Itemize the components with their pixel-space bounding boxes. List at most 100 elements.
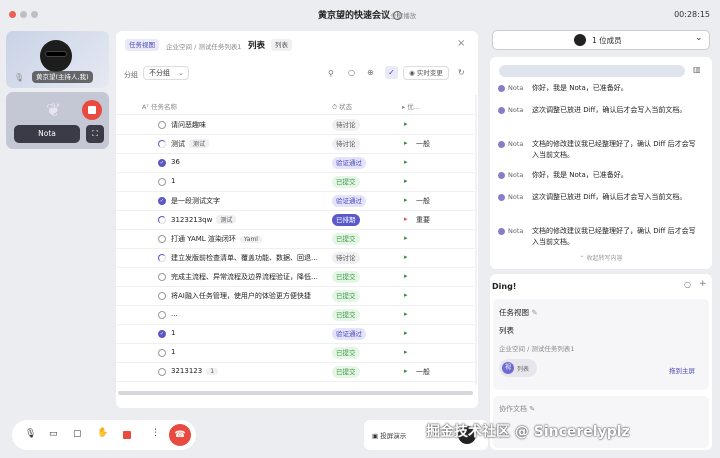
participant-tile-host[interactable]: 🎙 黄京望(主持人,我)	[6, 31, 109, 88]
table-row[interactable]: 完成主流程、异常流程及边界流程验证，降低... 已提交 ▸	[116, 268, 476, 287]
status-badge[interactable]: 验证通过	[332, 157, 366, 169]
screen-share-button[interactable]: ▣ 投屏演示	[372, 430, 406, 440]
status-checkbox[interactable]: ✓	[158, 330, 166, 338]
table-row[interactable]: 打通 YAML 渲染闭环 Yaml 已提交 ▸	[116, 230, 476, 249]
vertical-scrollbar[interactable]	[475, 95, 477, 385]
task-name[interactable]: 请问恶趣味	[171, 120, 206, 130]
flag-icon[interactable]: ▸	[404, 196, 408, 204]
breadcrumb-chip[interactable]: 任务视图	[125, 39, 159, 51]
flag-icon[interactable]: ▸	[404, 329, 408, 337]
status-checkbox[interactable]	[158, 216, 166, 224]
table-row[interactable]: ✓ 1 验证通过 ▸	[116, 325, 476, 344]
table-row[interactable]: ... 已提交 ▸	[116, 306, 476, 325]
task-name[interactable]: 建立发版前检查清单、覆盖功能、数据、回退...	[171, 253, 318, 263]
filter-icon[interactable]: ⚲	[328, 69, 334, 78]
status-badge[interactable]: 已提交	[332, 176, 360, 188]
record-stop-button[interactable]	[123, 431, 131, 439]
hang-up-button[interactable]: ☎	[169, 424, 191, 446]
task-name[interactable]: 3123213qw 测试	[171, 215, 237, 224]
camera-off-icon[interactable]: ▭	[49, 429, 58, 439]
flag-icon[interactable]: ▸	[404, 120, 408, 128]
task-name[interactable]: 1	[171, 329, 175, 337]
table-row[interactable]: 测试 测试 待讨论 ▸ 一般	[116, 135, 476, 154]
col-priority[interactable]: ▸ 优...	[402, 101, 420, 111]
flag-icon[interactable]: ▸	[404, 177, 408, 185]
status-badge[interactable]: 已提交	[332, 290, 360, 302]
status-checkbox[interactable]	[158, 311, 166, 319]
status-checkbox[interactable]: ✓	[158, 197, 166, 205]
col-status[interactable]: ⏱ 状态	[332, 101, 352, 112]
collapse-link[interactable]: ⌃ 收起转写内容	[490, 253, 712, 262]
more-icon[interactable]: ⋮	[151, 428, 160, 438]
status-badge[interactable]: 验证通过	[332, 328, 366, 340]
flag-icon[interactable]: ▸	[404, 272, 408, 280]
status-checkbox[interactable]	[158, 235, 166, 243]
expand-icon[interactable]: ⛶	[86, 125, 104, 143]
status-badge[interactable]: 已提交	[332, 366, 360, 378]
status-checkbox[interactable]	[158, 292, 166, 300]
status-checkbox[interactable]	[158, 121, 166, 129]
status-badge[interactable]: 待讨论	[332, 138, 360, 150]
status-checkbox[interactable]	[158, 178, 166, 186]
task-name[interactable]: 3213123 1	[171, 367, 219, 375]
breadcrumb[interactable]: 企业空间 / 测试任务列表1	[166, 41, 241, 51]
drag-to-main-button[interactable]: 拖到主屏	[669, 365, 695, 375]
task-name[interactable]: ...	[171, 310, 178, 318]
col-name[interactable]: Aᵀ 任务名称	[142, 101, 177, 111]
task-name[interactable]: 1	[171, 348, 175, 356]
participant-tile-nota[interactable]: ❦ Nota ⛶	[6, 92, 109, 149]
task-name[interactable]: 是一段测试文字	[171, 196, 220, 206]
members-dropdown[interactable]: 1 位成员 ⌄	[492, 30, 710, 50]
flag-icon[interactable]: ▸	[404, 310, 408, 318]
table-row[interactable]: 3123213qw 测试 已排期 ▸ 重要	[116, 211, 476, 230]
group-select[interactable]: 不分组 ⌄	[143, 66, 189, 80]
status-badge[interactable]: 已提交	[332, 233, 360, 245]
table-row[interactable]: ✓ 36 验证通过 ▸	[116, 154, 476, 173]
status-badge[interactable]: 验证通过	[332, 195, 366, 207]
flag-icon[interactable]: ▸	[404, 139, 408, 147]
close-icon[interactable]: ×	[457, 38, 465, 49]
table-row[interactable]: 1 已提交 ▸	[116, 344, 476, 363]
check-circle-icon[interactable]: ✓	[385, 66, 398, 79]
status-badge[interactable]: 已提交	[332, 271, 360, 283]
table-row[interactable]: 建立发版前检查清单、覆盖功能、数据、回退... 待讨论 ▸	[116, 249, 476, 268]
stop-button[interactable]	[82, 100, 102, 120]
flag-icon[interactable]: ▸	[404, 291, 408, 299]
status-badge[interactable]: 已排期	[332, 214, 360, 226]
task-name[interactable]: 将AI融入任务管理，使用户的体验更方便快捷	[171, 291, 311, 301]
raise-hand-icon[interactable]: ✋	[97, 428, 108, 438]
task-name[interactable]: 打通 YAML 渲染闭环 Yaml	[171, 234, 262, 244]
flag-icon[interactable]: ▸	[404, 158, 408, 166]
status-badge[interactable]: 待讨论	[332, 252, 360, 264]
status-checkbox[interactable]	[158, 140, 166, 148]
flag-icon[interactable]: ▸	[404, 234, 408, 242]
flag-icon[interactable]: ▸	[404, 348, 408, 356]
horizontal-scrollbar[interactable]	[118, 391, 473, 395]
realtime-button[interactable]: ◉ 实时变更	[403, 66, 449, 80]
flag-icon[interactable]: ▸	[404, 253, 408, 261]
status-badge[interactable]: 已提交	[332, 309, 360, 321]
table-row[interactable]: ✓ 是一段测试文字 验证通过 ▸ 一般	[116, 192, 476, 211]
status-checkbox[interactable]	[158, 273, 166, 281]
task-name[interactable]: 36	[171, 158, 180, 166]
sidebar-toggle-icon[interactable]: ▥	[693, 65, 701, 74]
status-checkbox[interactable]	[158, 368, 166, 376]
add-icon[interactable]: +	[699, 279, 707, 289]
status-badge[interactable]: 已提交	[332, 347, 360, 359]
mic-off-icon[interactable]: 🎙	[25, 429, 36, 439]
add-icon[interactable]: ⊕	[367, 68, 374, 77]
flag-icon[interactable]: ▸	[404, 367, 408, 375]
table-row[interactable]: 3213123 1 已提交 ▸ 一般	[116, 363, 476, 382]
task-name[interactable]: 完成主流程、异常流程及边界流程验证，降低...	[171, 272, 318, 282]
task-name[interactable]: 1	[171, 177, 175, 185]
table-row[interactable]: 请问恶趣味 待讨论 ▸	[116, 116, 476, 135]
search-icon[interactable]: ○	[348, 68, 355, 77]
status-checkbox[interactable]: ✓	[158, 159, 166, 167]
table-row[interactable]: 1 已提交 ▸	[116, 173, 476, 192]
status-badge[interactable]: 待讨论	[332, 119, 360, 131]
card-toggle[interactable]: 视 列表	[499, 359, 537, 377]
transcript-search[interactable]	[499, 65, 685, 77]
table-row[interactable]: 将AI融入任务管理，使用户的体验更方便快捷 已提交 ▸	[116, 287, 476, 306]
search-icon[interactable]: ○	[684, 280, 691, 289]
flag-icon[interactable]: ▸	[404, 215, 408, 223]
